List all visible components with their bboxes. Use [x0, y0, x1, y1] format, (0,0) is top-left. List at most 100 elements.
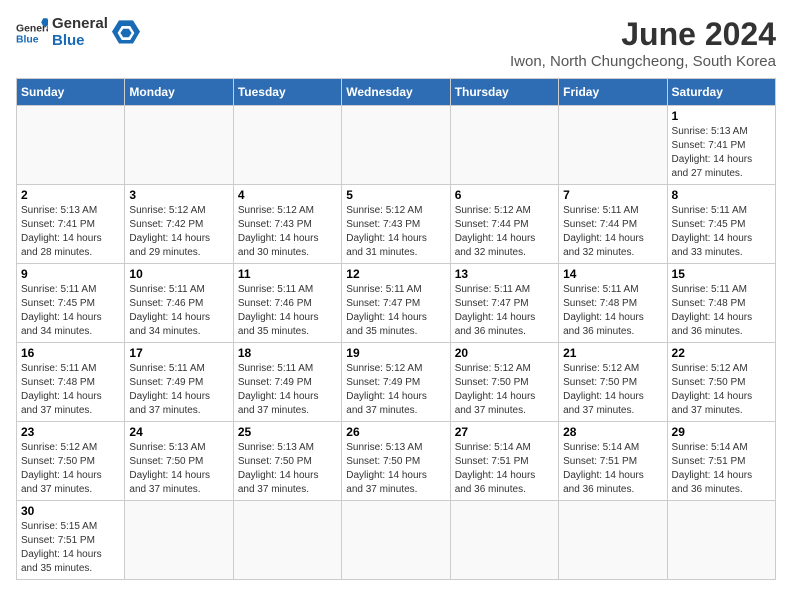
weekday-row: SundayMondayTuesdayWednesdayThursdayFrid…	[17, 79, 776, 106]
day-number: 12	[346, 267, 445, 281]
location-subtitle: Iwon, North Chungcheong, South Korea	[510, 53, 776, 70]
logo-triangle-icon	[112, 19, 140, 47]
calendar-cell	[559, 501, 667, 580]
calendar-cell: 18 Sunrise: 5:11 AM Sunset: 7:49 PM Dayli…	[233, 343, 341, 422]
day-info: Sunrise: 5:12 AM Sunset: 7:50 PM Dayligh…	[455, 362, 554, 418]
svg-text:Blue: Blue	[16, 34, 39, 45]
day-number: 14	[563, 267, 662, 281]
calendar-cell: 14 Sunrise: 5:11 AM Sunset: 7:48 PM Dayli…	[559, 264, 667, 343]
day-info: Sunrise: 5:11 AM Sunset: 7:46 PM Dayligh…	[129, 283, 228, 339]
day-number: 3	[129, 188, 228, 202]
day-number: 9	[21, 267, 120, 281]
calendar-week-row: 23 Sunrise: 5:12 AM Sunset: 7:50 PM Dayli…	[17, 422, 776, 501]
calendar-cell: 30 Sunrise: 5:15 AM Sunset: 7:51 PM Dayli…	[17, 501, 125, 580]
calendar-cell	[17, 106, 125, 185]
calendar-cell	[125, 106, 233, 185]
day-info: Sunrise: 5:11 AM Sunset: 7:49 PM Dayligh…	[238, 362, 337, 418]
calendar-cell: 24Sunrise: 5:13 AM Sunset: 7:50 PM Dayli…	[125, 422, 233, 501]
calendar-cell: 12 Sunrise: 5:11 AM Sunset: 7:47 PM Dayli…	[342, 264, 450, 343]
calendar-cell: 25 Sunrise: 5:13 AM Sunset: 7:50 PM Dayli…	[233, 422, 341, 501]
day-info: Sunrise: 5:11 AM Sunset: 7:46 PM Dayligh…	[238, 283, 337, 339]
day-number: 19	[346, 346, 445, 360]
calendar-week-row: 2 Sunrise: 5:13 AM Sunset: 7:41 PM Daylig…	[17, 185, 776, 264]
day-info: Sunrise: 5:14 AM Sunset: 7:51 PM Dayligh…	[672, 441, 771, 497]
calendar-cell	[450, 106, 558, 185]
day-info: Sunrise: 5:11 AM Sunset: 7:48 PM Dayligh…	[563, 283, 662, 339]
calendar-cell: 16Sunrise: 5:11 AM Sunset: 7:48 PM Dayli…	[17, 343, 125, 422]
day-info: Sunrise: 5:12 AM Sunset: 7:49 PM Dayligh…	[346, 362, 445, 418]
logo-blue: Blue	[52, 33, 108, 50]
calendar-cell	[342, 501, 450, 580]
day-info: Sunrise: 5:12 AM Sunset: 7:50 PM Dayligh…	[563, 362, 662, 418]
day-info: Sunrise: 5:12 AM Sunset: 7:50 PM Dayligh…	[672, 362, 771, 418]
day-info: Sunrise: 5:12 AM Sunset: 7:50 PM Dayligh…	[21, 441, 120, 497]
day-number: 23	[21, 425, 120, 439]
day-number: 7	[563, 188, 662, 202]
day-number: 18	[238, 346, 337, 360]
day-info: Sunrise: 5:14 AM Sunset: 7:51 PM Dayligh…	[563, 441, 662, 497]
calendar-header: SundayMondayTuesdayWednesdayThursdayFrid…	[17, 79, 776, 106]
day-number: 4	[238, 188, 337, 202]
day-number: 8	[672, 188, 771, 202]
day-info: Sunrise: 5:13 AM Sunset: 7:50 PM Dayligh…	[129, 441, 228, 497]
day-number: 17	[129, 346, 228, 360]
day-info: Sunrise: 5:11 AM Sunset: 7:45 PM Dayligh…	[672, 204, 771, 260]
calendar-cell: 3Sunrise: 5:12 AM Sunset: 7:42 PM Daylig…	[125, 185, 233, 264]
logo-icon: General Blue	[16, 17, 48, 49]
calendar-week-row: 1Sunrise: 5:13 AM Sunset: 7:41 PM Daylig…	[17, 106, 776, 185]
calendar-cell: 5Sunrise: 5:12 AM Sunset: 7:43 PM Daylig…	[342, 185, 450, 264]
calendar-cell	[667, 501, 775, 580]
weekday-header-monday: Monday	[125, 79, 233, 106]
day-number: 6	[455, 188, 554, 202]
calendar-table: SundayMondayTuesdayWednesdayThursdayFrid…	[16, 78, 776, 580]
day-info: Sunrise: 5:11 AM Sunset: 7:47 PM Dayligh…	[346, 283, 445, 339]
day-info: Sunrise: 5:14 AM Sunset: 7:51 PM Dayligh…	[455, 441, 554, 497]
calendar-cell: 2 Sunrise: 5:13 AM Sunset: 7:41 PM Daylig…	[17, 185, 125, 264]
day-number: 10	[129, 267, 228, 281]
weekday-header-friday: Friday	[559, 79, 667, 106]
calendar-cell: 4Sunrise: 5:12 AM Sunset: 7:43 PM Daylig…	[233, 185, 341, 264]
calendar-cell: 20 Sunrise: 5:12 AM Sunset: 7:50 PM Dayli…	[450, 343, 558, 422]
day-info: Sunrise: 5:13 AM Sunset: 7:50 PM Dayligh…	[238, 441, 337, 497]
calendar-cell	[125, 501, 233, 580]
day-number: 21	[563, 346, 662, 360]
calendar-cell: 10 Sunrise: 5:11 AM Sunset: 7:46 PM Dayli…	[125, 264, 233, 343]
weekday-header-tuesday: Tuesday	[233, 79, 341, 106]
calendar-cell	[233, 501, 341, 580]
month-title: June 2024	[510, 16, 776, 53]
calendar-cell: 27Sunrise: 5:14 AM Sunset: 7:51 PM Dayli…	[450, 422, 558, 501]
calendar-cell: 17Sunrise: 5:11 AM Sunset: 7:49 PM Dayli…	[125, 343, 233, 422]
calendar-cell: 26Sunrise: 5:13 AM Sunset: 7:50 PM Dayli…	[342, 422, 450, 501]
weekday-header-sunday: Sunday	[17, 79, 125, 106]
calendar-cell: 11 Sunrise: 5:11 AM Sunset: 7:46 PM Dayli…	[233, 264, 341, 343]
logo-general: General	[52, 16, 108, 33]
page-header: General Blue General Blue June 2024 Iwon…	[16, 16, 776, 70]
title-area: June 2024 Iwon, North Chungcheong, South…	[510, 16, 776, 70]
day-number: 15	[672, 267, 771, 281]
calendar-body: 1 Sunrise: 5:13 AM Sunset: 7:41 PM Daylig…	[17, 106, 776, 580]
day-number: 1	[672, 109, 771, 123]
logo: General Blue General Blue	[16, 16, 140, 49]
day-info: Sunrise: 5:13 AM Sunset: 7:41 PM Dayligh…	[21, 204, 120, 260]
day-info: Sunrise: 5:11 AM Sunset: 7:44 PM Dayligh…	[563, 204, 662, 260]
day-number: 30	[21, 504, 120, 518]
day-number: 2	[21, 188, 120, 202]
day-number: 5	[346, 188, 445, 202]
day-number: 28	[563, 425, 662, 439]
day-number: 16	[21, 346, 120, 360]
calendar-week-row: 9Sunrise: 5:11 AM Sunset: 7:45 PM Daylig…	[17, 264, 776, 343]
day-info: Sunrise: 5:12 AM Sunset: 7:44 PM Dayligh…	[455, 204, 554, 260]
day-info: Sunrise: 5:15 AM Sunset: 7:51 PM Dayligh…	[21, 520, 120, 576]
calendar-cell	[559, 106, 667, 185]
calendar-cell: 28 Sunrise: 5:14 AM Sunset: 7:51 PM Dayli…	[559, 422, 667, 501]
day-info: Sunrise: 5:11 AM Sunset: 7:47 PM Dayligh…	[455, 283, 554, 339]
day-number: 26	[346, 425, 445, 439]
day-number: 25	[238, 425, 337, 439]
day-number: 20	[455, 346, 554, 360]
calendar-cell: 23 Sunrise: 5:12 AM Sunset: 7:50 PM Dayli…	[17, 422, 125, 501]
calendar-cell: 8 Sunrise: 5:11 AM Sunset: 7:45 PM Daylig…	[667, 185, 775, 264]
weekday-header-saturday: Saturday	[667, 79, 775, 106]
day-number: 11	[238, 267, 337, 281]
weekday-header-wednesday: Wednesday	[342, 79, 450, 106]
day-info: Sunrise: 5:11 AM Sunset: 7:48 PM Dayligh…	[672, 283, 771, 339]
